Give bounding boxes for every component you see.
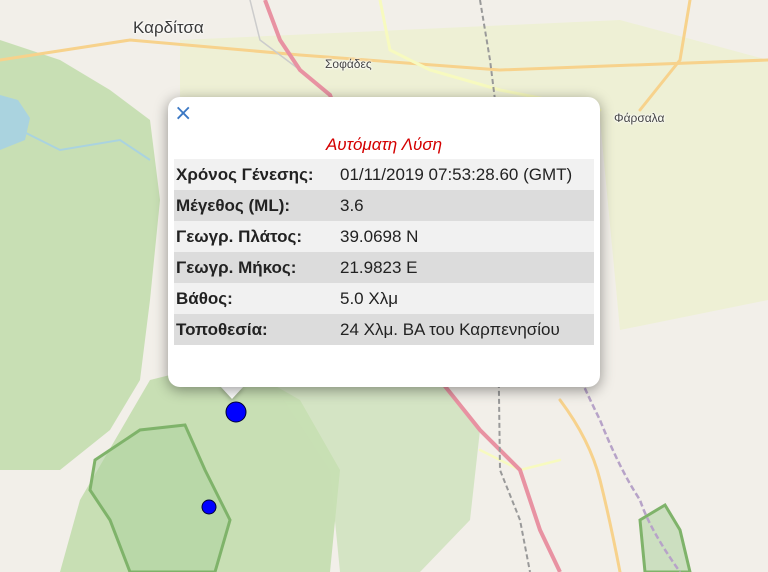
event-details-table: Χρόνος Γένεσης: 01/11/2019 07:53:28.60 (… [174,159,594,345]
origin-time-label: Χρόνος Γένεσης: [174,159,338,190]
place-label-karditsa: Καρδίτσα [133,18,204,37]
location-value: 24 Χλμ. ΒΑ του Καρπενησίου [338,314,594,345]
place-label-farsala: Φάρσαλα [614,111,665,125]
magnitude-label: Μέγεθος (ML): [174,190,338,221]
table-row: Γεωγρ. Μήκος: 21.9823 E [174,252,594,283]
location-label: Τοποθεσία: [174,314,338,345]
place-label-sofades: Σοφάδες [325,57,372,71]
longitude-label: Γεωγρ. Μήκος: [174,252,338,283]
close-icon[interactable]: × [174,103,192,125]
latitude-value: 39.0698 N [338,221,594,252]
magnitude-value: 3.6 [338,190,594,221]
popup-title: Αυτόματη Λύση [325,135,443,154]
longitude-value: 21.9823 E [338,252,594,283]
table-row: Μέγεθος (ML): 3.6 [174,190,594,221]
latitude-label: Γεωγρ. Πλάτος: [174,221,338,252]
depth-value: 5.0 Χλμ [338,283,594,314]
depth-label: Βάθος: [174,283,338,314]
table-row: Βάθος: 5.0 Χλμ [174,283,594,314]
table-row: Γεωγρ. Πλάτος: 39.0698 N [174,221,594,252]
table-row: Χρόνος Γένεσης: 01/11/2019 07:53:28.60 (… [174,159,594,190]
earthquake-marker-main[interactable] [225,401,247,423]
popup-tip [220,386,244,399]
table-row: Τοποθεσία: 24 Χλμ. ΒΑ του Καρπενησίου [174,314,594,345]
event-info-popup: × Αυτόματη Λύση Χρόνος Γένεσης: 01/11/20… [168,97,600,387]
origin-time-value: 01/11/2019 07:53:28.60 (GMT) [338,159,594,190]
earthquake-marker-secondary[interactable] [201,499,217,515]
